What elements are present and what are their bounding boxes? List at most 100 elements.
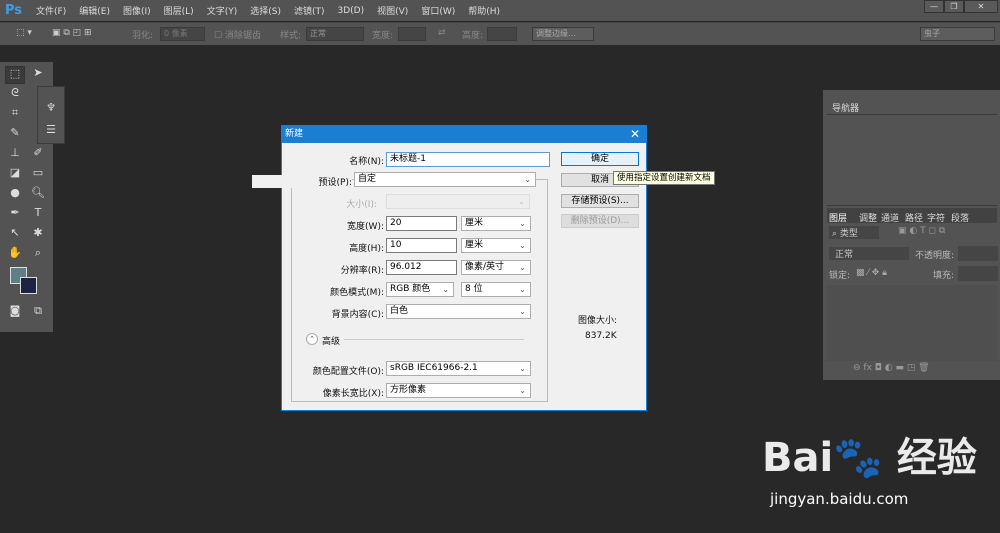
gradient-tool-icon[interactable]: ▭ bbox=[28, 166, 48, 184]
brush-preset-icon[interactable]: ♆ bbox=[41, 101, 61, 119]
options-bar: ⬚ ▾ ▣ ⧉ ◰ ⊞ 羽化: 0 像素 ☐ 消除锯齿 样式: 正常 宽度: ⇄… bbox=[0, 22, 1000, 45]
blur-tool-icon[interactable]: ● bbox=[5, 186, 25, 204]
refine-edge-button[interactable]: 调整边缘... bbox=[532, 27, 594, 41]
rect-marquee-tool-icon[interactable]: ⬚ bbox=[5, 66, 25, 84]
antialias-checkbox[interactable]: ☐ 消除锯齿 bbox=[214, 28, 261, 41]
tab-adjustments[interactable]: 调整 bbox=[859, 211, 877, 224]
restore-button[interactable]: ❐ bbox=[944, 0, 964, 13]
lasso-tool-icon[interactable]: ᘓ bbox=[5, 86, 25, 104]
tool-preset-icon[interactable]: ☰ bbox=[41, 123, 61, 141]
path-select-tool-icon[interactable]: ↖ bbox=[5, 226, 25, 244]
marquee-icon[interactable]: ⬚ ▾ bbox=[16, 28, 32, 38]
color-mode-label: 颜色模式(M): bbox=[330, 288, 384, 298]
bit-depth-select[interactable]: 8 位 ⌄ bbox=[461, 282, 531, 297]
advanced-toggle-icon[interactable]: ⌃ bbox=[306, 333, 318, 345]
blend-mode-select[interactable]: 正常 bbox=[829, 247, 909, 260]
menu-file[interactable]: 文件(F) bbox=[36, 4, 66, 17]
workspace-select[interactable]: 虫子 bbox=[920, 27, 995, 41]
menu-type[interactable]: 文字(Y) bbox=[207, 4, 238, 17]
dodge-tool-icon[interactable]: 🔍︎ bbox=[28, 186, 48, 204]
stamp-tool-icon[interactable]: ⊥ bbox=[5, 146, 25, 164]
profile-value: sRGB IEC61966-2.1 bbox=[390, 363, 478, 373]
aspect-value: 方形像素 bbox=[390, 385, 427, 395]
tab-paths[interactable]: 路径 bbox=[905, 211, 923, 224]
delete-preset-button[interactable]: 删除预设(D)... bbox=[561, 214, 639, 228]
height-label: 高度: bbox=[462, 31, 484, 41]
swap-icon[interactable]: ⇄ bbox=[438, 28, 446, 38]
menu-window[interactable]: 窗口(W) bbox=[421, 4, 455, 17]
menu-filter[interactable]: 滤镜(T) bbox=[294, 4, 325, 17]
height-input[interactable] bbox=[487, 27, 517, 41]
preset-label: 预设(P): bbox=[252, 175, 352, 188]
resolution-unit-select[interactable]: 像素/英寸 ⌄ bbox=[461, 260, 531, 275]
menu-view[interactable]: 视图(V) bbox=[377, 4, 408, 17]
move-tool-icon[interactable]: ➤ bbox=[28, 66, 48, 84]
eyedropper-tool-icon[interactable]: ✎ bbox=[5, 126, 25, 144]
dialog-close-icon[interactable]: ✕ bbox=[630, 126, 640, 143]
save-preset-button[interactable]: 存储预设(S)... bbox=[561, 194, 639, 208]
pen-tool-icon[interactable]: ✒ bbox=[5, 206, 25, 224]
hand-tool-icon[interactable]: ✋ bbox=[5, 246, 25, 264]
height-input[interactable]: 10 bbox=[386, 238, 457, 253]
menu-3d[interactable]: 3D(D) bbox=[338, 6, 365, 16]
width-input[interactable] bbox=[398, 27, 426, 41]
eraser-tool-icon[interactable]: ◪ bbox=[5, 166, 25, 184]
tab-paragraph[interactable]: 段落 bbox=[951, 211, 969, 224]
preset-value: 自定 bbox=[358, 174, 377, 184]
screen-mode-icon[interactable]: ⧉ bbox=[28, 304, 48, 322]
aspect-label: 像素长宽比(X): bbox=[322, 389, 384, 399]
width-input[interactable]: 20 bbox=[386, 216, 457, 231]
bit-depth-value: 8 位 bbox=[465, 284, 483, 294]
width-label: 宽度(W): bbox=[347, 222, 384, 232]
tab-layers[interactable]: 图层 bbox=[829, 211, 847, 224]
size-label: 大小(I): bbox=[346, 200, 377, 210]
background-select[interactable]: 白色 ⌄ bbox=[386, 304, 531, 319]
ok-button[interactable]: 确定 bbox=[561, 152, 639, 166]
height-unit: 厘米 bbox=[465, 240, 484, 250]
lock-icons[interactable]: ▩ ⁄ ✥ 🔒︎ bbox=[856, 268, 887, 278]
baidu-watermark-logo: Bai🐾 经验 bbox=[762, 435, 977, 481]
menu-help[interactable]: 帮助(H) bbox=[468, 4, 500, 17]
width-unit-select[interactable]: 厘米 ⌄ bbox=[461, 216, 531, 231]
size-select[interactable]: ⌄ bbox=[386, 194, 530, 209]
menu-bar: Ps 文件(F) 编辑(E) 图像(I) 图层(L) 文字(Y) 选择(S) 滤… bbox=[0, 0, 1000, 21]
profile-label: 颜色配置文件(O): bbox=[312, 367, 384, 377]
preset-select[interactable]: 自定 ⌄ bbox=[354, 172, 536, 187]
resolution-input[interactable]: 96.012 bbox=[386, 260, 457, 275]
height-unit-select[interactable]: 厘米 ⌄ bbox=[461, 238, 531, 253]
opacity-input[interactable] bbox=[958, 246, 998, 261]
minimize-button[interactable]: — bbox=[924, 0, 944, 13]
layer-filter-select[interactable]: ⌕ 类型 bbox=[829, 226, 879, 239]
menu-edit[interactable]: 编辑(E) bbox=[79, 4, 110, 17]
menu-layer[interactable]: 图层(L) bbox=[164, 4, 194, 17]
width-label: 宽度: bbox=[372, 31, 394, 41]
background-value: 白色 bbox=[390, 306, 409, 316]
style-select[interactable]: 正常 bbox=[306, 27, 364, 41]
selection-mode-icons[interactable]: ▣ ⧉ ◰ ⊞ bbox=[52, 28, 92, 38]
type-tool-icon[interactable]: T bbox=[28, 206, 48, 224]
name-input[interactable]: 未标题-1 bbox=[386, 152, 550, 167]
tab-character[interactable]: 字符 bbox=[927, 211, 945, 224]
tab-navigator[interactable]: 导航器 bbox=[829, 100, 863, 115]
profile-select[interactable]: sRGB IEC61966-2.1 ⌄ bbox=[386, 361, 531, 376]
aspect-select[interactable]: 方形像素 ⌄ bbox=[386, 383, 531, 398]
layer-bottom-icons[interactable]: ⊖ fx ◘ ◐ ▬ ◳ 🗑︎ bbox=[853, 363, 930, 373]
tool-flyout: ♆ ☰ bbox=[37, 86, 65, 144]
advanced-label: 高级 bbox=[322, 337, 341, 347]
tab-channels[interactable]: 通道 bbox=[881, 211, 899, 224]
menu-select[interactable]: 选择(S) bbox=[250, 4, 281, 17]
close-window-button[interactable]: ✕ bbox=[964, 0, 998, 13]
menu-image[interactable]: 图像(I) bbox=[123, 4, 151, 17]
fill-input[interactable] bbox=[958, 266, 998, 281]
background-color-swatch[interactable] bbox=[20, 277, 37, 294]
shape-tool-icon[interactable]: ✱ bbox=[28, 226, 48, 244]
quick-mask-icon[interactable]: ◙ bbox=[5, 304, 25, 322]
color-mode-select[interactable]: RGB 颜色 ⌄ bbox=[386, 282, 454, 297]
crop-tool-icon[interactable]: ⌗ bbox=[5, 106, 25, 124]
watermark-url: jingyan.baidu.com bbox=[770, 490, 909, 508]
feather-input[interactable]: 0 像素 bbox=[160, 27, 205, 41]
history-brush-icon[interactable]: ✐ bbox=[28, 146, 48, 164]
filter-icons[interactable]: ▣ ◐ T ◻ ⧉ bbox=[898, 226, 945, 236]
style-label: 样式: bbox=[280, 31, 302, 41]
zoom-tool-icon[interactable]: ⌕ bbox=[28, 246, 48, 264]
